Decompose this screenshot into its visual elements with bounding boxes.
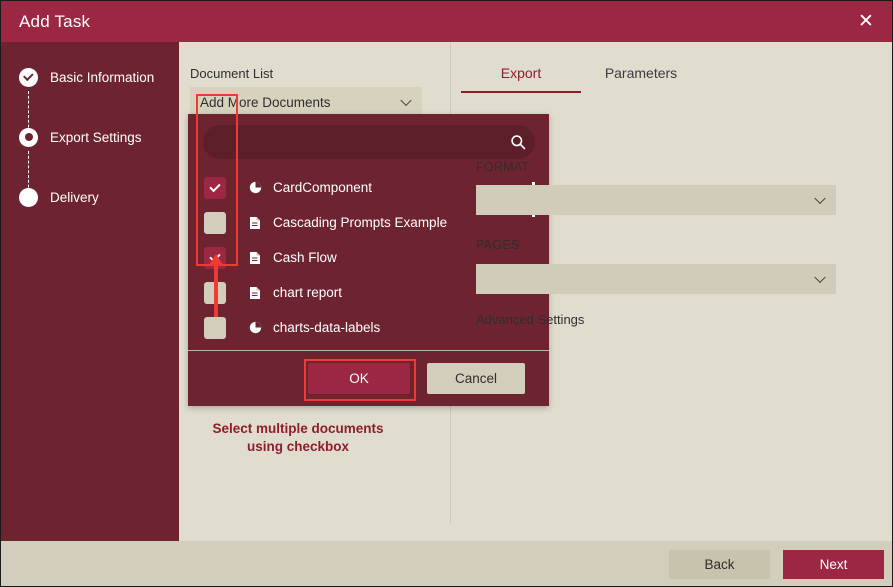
document-checkbox[interactable] [204,246,226,269]
tab-export[interactable]: Export [461,59,581,93]
document-name: charts-data-labels [273,320,381,335]
pie-chart-icon [248,321,262,335]
tab-parameters[interactable]: Parameters [581,59,701,93]
sidebar-item-label: Basic Information [50,69,155,85]
pie-chart-icon [248,181,262,195]
chevron-down-icon [814,192,826,205]
ok-button[interactable]: OK [308,363,410,394]
step-current-icon [19,127,38,147]
add-task-dialog: Add Task ✕ Basic Information Export Sett… [0,0,893,587]
page-title: Add Task [19,11,91,31]
next-button[interactable]: Next [783,550,884,579]
format-select[interactable] [476,185,836,215]
document-list-label: Document List [190,66,274,81]
wizard-footer: Back Next [1,541,892,586]
sidebar-item-export-settings[interactable]: Export Settings [19,122,179,152]
content-area: Document List Add More Documents CardCom… [179,42,892,541]
document-name: Cash Flow [273,250,337,265]
chevron-down-icon [814,271,826,284]
annotation-line-1: Select multiple documents [212,421,384,436]
annotation-text: Select multiple documents using checkbox [178,420,418,456]
search-input[interactable] [203,125,501,159]
wizard-steps: Basic Information Export Settings Delive… [1,42,179,212]
format-label: FORMAT [476,160,530,174]
document-checkbox[interactable] [204,281,226,304]
dropdown-footer: OK Cancel [188,350,549,406]
document-icon [248,251,262,265]
sidebar-item-label: Delivery [50,189,99,205]
document-name: chart report [273,285,343,300]
annotation-line-2: using checkbox [246,439,350,455]
back-button[interactable]: Back [669,550,770,579]
advanced-settings-link[interactable]: Advanced Settings [476,312,584,327]
title-bar: Add Task ✕ [1,1,892,42]
wizard-sidebar: Basic Information Export Settings Delive… [1,42,179,541]
sidebar-item-basic-information[interactable]: Basic Information [19,62,179,92]
add-more-documents-select[interactable]: Add More Documents [190,87,422,117]
document-search-box[interactable] [203,125,535,159]
document-checkbox[interactable] [204,176,226,199]
step-pending-icon [19,187,38,207]
pages-select[interactable] [476,264,836,294]
step-done-icon [19,67,38,87]
sidebar-item-delivery[interactable]: Delivery [19,182,179,212]
pages-label: PAGES [476,238,520,252]
panel-tabs: Export Parameters [461,59,701,93]
document-checkbox[interactable] [204,211,226,234]
search-icon[interactable] [501,125,535,159]
sidebar-item-label: Export Settings [50,129,142,145]
close-icon[interactable]: ✕ [840,1,892,42]
document-picker-dropdown: CardComponent Cascading Prompts Example [188,114,549,406]
add-more-documents-value: Add More Documents [200,94,331,110]
document-name: CardComponent [273,180,373,195]
chevron-down-icon [400,94,412,107]
cancel-button[interactable]: Cancel [427,363,525,394]
document-name: Cascading Prompts Example [273,215,448,230]
document-icon [248,216,262,230]
document-icon [248,286,262,300]
document-checkbox[interactable] [204,316,226,339]
